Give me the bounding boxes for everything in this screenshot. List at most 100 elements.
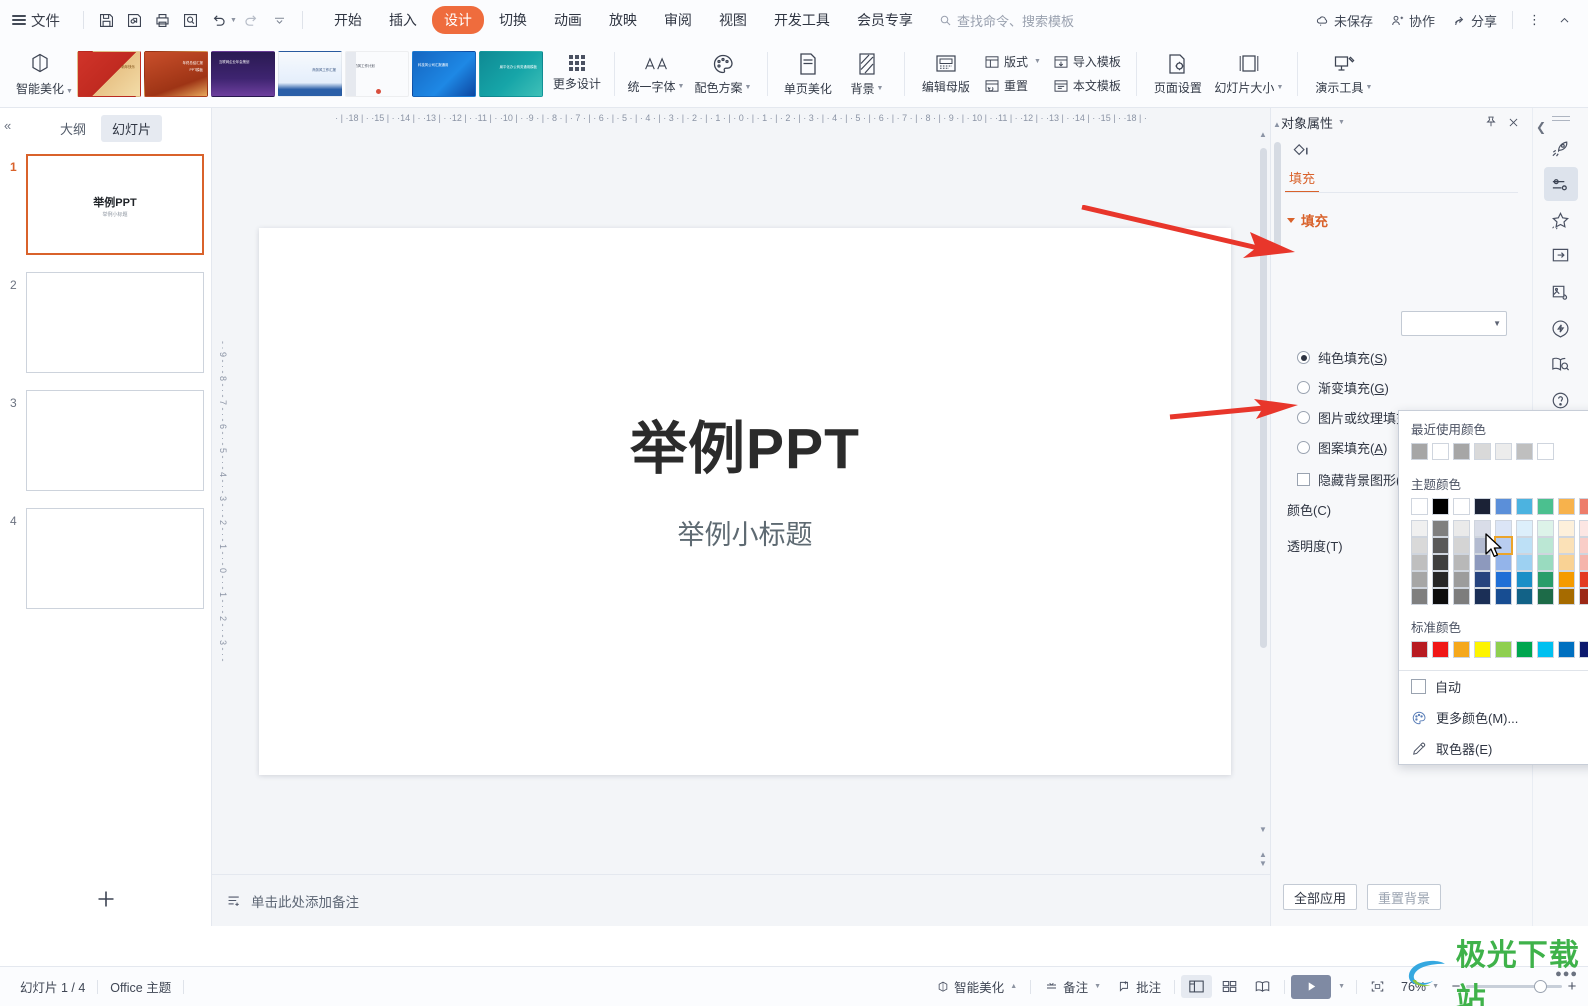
color-swatch[interactable] bbox=[1474, 641, 1491, 658]
color-swatch[interactable] bbox=[1474, 443, 1491, 460]
option-gradient-fill[interactable]: 渐变填充(G) bbox=[1297, 378, 1533, 397]
color-swatch[interactable] bbox=[1474, 520, 1491, 537]
color-swatch[interactable] bbox=[1579, 537, 1588, 554]
tab-view[interactable]: 视图 bbox=[707, 6, 759, 34]
color-swatch[interactable] bbox=[1537, 520, 1554, 537]
list-item[interactable]: 简约风工作计划 bbox=[344, 50, 409, 97]
color-swatch[interactable] bbox=[1432, 588, 1449, 605]
color-swatch[interactable] bbox=[1495, 588, 1512, 605]
radio-pattern-fill[interactable] bbox=[1297, 441, 1310, 454]
chevron-down-icon[interactable]: ▼ bbox=[876, 85, 883, 92]
chevron-down-icon[interactable]: ▼ bbox=[744, 84, 751, 91]
color-swatch[interactable] bbox=[1516, 443, 1533, 460]
apply-all-button[interactable]: 全部应用 bbox=[1283, 884, 1358, 910]
panel-scroll-up-icon[interactable]: ▲ bbox=[1273, 120, 1281, 129]
collapse-ribbon-icon[interactable] bbox=[1551, 10, 1578, 31]
color-swatch[interactable] bbox=[1579, 641, 1588, 658]
sidebar-item-properties[interactable] bbox=[1543, 167, 1578, 201]
color-swatch[interactable] bbox=[1516, 641, 1533, 658]
tab-slides[interactable]: 幻灯片 bbox=[101, 114, 163, 142]
color-swatch[interactable] bbox=[1453, 554, 1470, 571]
collaborate-button[interactable]: 协作 bbox=[1383, 7, 1442, 34]
color-swatch[interactable] bbox=[1537, 498, 1554, 515]
search-input[interactable]: 查找命令、搜索模板 bbox=[939, 11, 1074, 30]
list-item[interactable]: 2 bbox=[0, 266, 211, 384]
more-status-options-icon[interactable]: ●●● bbox=[1555, 968, 1578, 980]
color-swatch[interactable] bbox=[1411, 554, 1428, 571]
panel-collapse-icon[interactable]: ❮ bbox=[1536, 120, 1546, 134]
layout-button[interactable]: 版式 ▼ bbox=[978, 50, 1047, 73]
undo-icon[interactable] bbox=[205, 7, 231, 33]
view-normal-button[interactable] bbox=[1181, 975, 1213, 998]
slideshow-options-caret-icon[interactable]: ▼ bbox=[1338, 983, 1345, 990]
color-swatch[interactable] bbox=[1411, 588, 1428, 605]
color-swatch[interactable] bbox=[1558, 588, 1575, 605]
file-menu-button[interactable]: 文件 bbox=[12, 10, 60, 31]
color-scheme-button[interactable]: 配色方案 ▼ bbox=[688, 43, 758, 105]
color-swatch[interactable] bbox=[1516, 520, 1533, 537]
color-swatch[interactable] bbox=[1453, 537, 1470, 554]
eyedropper-option[interactable]: 取色器(E) bbox=[1399, 733, 1588, 764]
chevron-up-icon[interactable]: ▲ bbox=[1010, 983, 1017, 990]
customize-qat-icon[interactable] bbox=[267, 7, 293, 33]
close-icon[interactable] bbox=[1502, 111, 1524, 133]
sidebar-item-ai-image[interactable] bbox=[1544, 275, 1578, 309]
edit-master-button[interactable]: 编辑母版 bbox=[914, 43, 978, 105]
zoom-level-button[interactable]: 76% ▼ bbox=[1394, 976, 1446, 998]
tab-insert[interactable]: 插入 bbox=[377, 6, 429, 34]
color-swatch[interactable] bbox=[1453, 498, 1470, 515]
color-swatch[interactable] bbox=[1516, 588, 1533, 605]
color-swatch[interactable] bbox=[1474, 537, 1491, 554]
smart-beautify-button[interactable]: 智能美化 bbox=[8, 43, 72, 105]
scroll-down-icon[interactable]: ▼ bbox=[1259, 825, 1267, 834]
tab-outline[interactable]: 大纲 bbox=[49, 115, 97, 142]
color-swatch[interactable] bbox=[1474, 554, 1491, 571]
fit-to-window-button[interactable] bbox=[1363, 975, 1392, 998]
radio-solid-fill[interactable] bbox=[1297, 351, 1310, 364]
color-swatch[interactable] bbox=[1579, 498, 1588, 515]
color-swatch[interactable] bbox=[1495, 641, 1512, 658]
color-swatch[interactable] bbox=[1495, 554, 1512, 571]
color-swatch[interactable] bbox=[1453, 443, 1470, 460]
canvas-vertical-scrollbar[interactable]: ▲ ▼ ▲ ▼ bbox=[1257, 128, 1270, 874]
list-item[interactable]: 互联网企业年会策划 bbox=[210, 50, 275, 97]
thumbnail-list[interactable]: 1 举例PPT 举例小标题 2 3 4 bbox=[0, 148, 211, 872]
color-swatch[interactable] bbox=[1495, 571, 1512, 588]
notes-button[interactable]: 备注 ▼ bbox=[1037, 973, 1108, 1000]
color-swatch[interactable] bbox=[1432, 537, 1449, 554]
print-preview-icon[interactable] bbox=[177, 7, 203, 33]
color-swatch[interactable] bbox=[1558, 520, 1575, 537]
zoom-slider[interactable] bbox=[1466, 980, 1562, 993]
import-template-button[interactable]: 导入模板 bbox=[1047, 50, 1127, 73]
color-swatch[interactable] bbox=[1558, 537, 1575, 554]
auto-color-option[interactable]: 自动 bbox=[1399, 671, 1588, 702]
color-swatch[interactable] bbox=[1537, 641, 1554, 658]
scroll-up-icon[interactable]: ▲ bbox=[1259, 130, 1267, 139]
color-swatch[interactable] bbox=[1411, 641, 1428, 658]
radio-gradient-fill[interactable] bbox=[1297, 381, 1310, 394]
color-swatch[interactable] bbox=[1411, 571, 1428, 588]
option-solid-fill[interactable]: 纯色填充(S) bbox=[1297, 348, 1533, 367]
color-swatch[interactable] bbox=[1432, 641, 1449, 658]
single-page-beautify-button[interactable]: 单页美化 bbox=[777, 43, 839, 105]
chevron-down-icon[interactable]: ▼ bbox=[1276, 84, 1283, 91]
sidebar-item-lightning[interactable] bbox=[1544, 311, 1578, 345]
color-swatch[interactable] bbox=[1453, 588, 1470, 605]
slide-title-text[interactable]: 举例PPT bbox=[259, 403, 1231, 485]
color-swatch[interactable] bbox=[1579, 588, 1588, 605]
color-swatch[interactable] bbox=[1432, 443, 1449, 460]
more-options-icon[interactable]: ⋮ bbox=[1521, 8, 1548, 32]
color-swatch[interactable] bbox=[1579, 520, 1588, 537]
smart-beautify-caret-icon[interactable]: ▼ bbox=[66, 88, 73, 95]
checkbox-hide-background-graphics[interactable] bbox=[1297, 473, 1310, 486]
panel-scrollbar-thumb[interactable] bbox=[1274, 142, 1281, 252]
panel-title-caret-icon[interactable]: ▼ bbox=[1338, 119, 1345, 126]
print-icon[interactable] bbox=[149, 7, 175, 33]
more-design-button[interactable]: 更多设计 bbox=[549, 43, 605, 105]
view-reading-button[interactable] bbox=[1247, 975, 1278, 998]
color-swatch[interactable] bbox=[1537, 588, 1554, 605]
add-slide-button[interactable] bbox=[0, 872, 212, 926]
slide-thumbnail-1[interactable]: 举例PPT 举例小标题 bbox=[26, 154, 204, 255]
zoom-in-button[interactable]: + bbox=[1564, 978, 1580, 995]
color-swatch[interactable] bbox=[1579, 571, 1588, 588]
